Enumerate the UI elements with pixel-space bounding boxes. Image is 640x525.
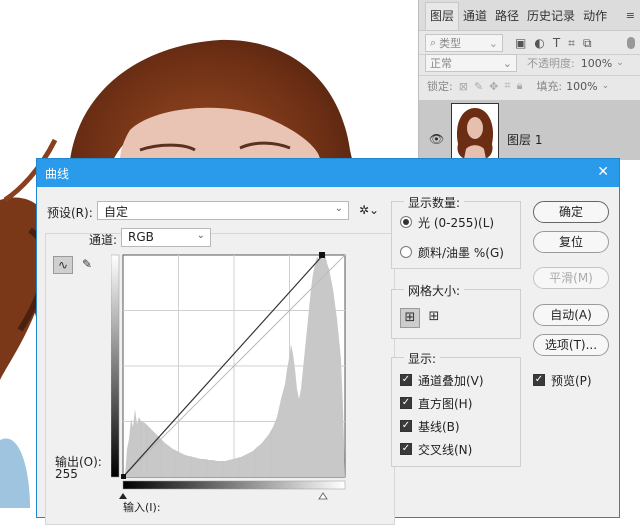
tab-paths[interactable]: 路径 bbox=[491, 7, 523, 30]
pigment-radio[interactable] bbox=[400, 246, 412, 258]
preset-options-gear-icon[interactable]: ✲⌄ bbox=[359, 203, 379, 217]
channel-overlay-label[interactable]: 通道叠加(V) bbox=[418, 372, 484, 389]
fill-label: 填充: bbox=[536, 80, 563, 93]
baseline-checkbox[interactable]: ✓ bbox=[400, 420, 412, 432]
panel-tabs: 图层 通道 路径 历史记录 动作 ≡ bbox=[419, 0, 640, 31]
pencil-tool-icon[interactable]: ✎ bbox=[77, 256, 97, 274]
tab-history[interactable]: 历史记录 bbox=[523, 7, 579, 30]
image-filter-icon[interactable]: ▣ bbox=[515, 36, 526, 51]
auto-button[interactable]: 自动(A) bbox=[533, 304, 609, 326]
show-title: 显示: bbox=[404, 350, 441, 367]
visibility-eye-icon[interactable]: 👁︎ bbox=[429, 132, 444, 146]
show-group: 显示: ✓ 通道叠加(V) ✓ 直方图(H) ✓ 基线(B) ✓ 交叉线(N) bbox=[391, 350, 521, 467]
light-radio-label[interactable]: 光 (0-255)(L) bbox=[418, 214, 494, 231]
lock-transparent-icon[interactable]: ⊠ bbox=[459, 80, 468, 93]
shape-filter-icon[interactable]: ⌗ bbox=[568, 36, 575, 51]
light-radio[interactable] bbox=[400, 216, 412, 228]
smart-object-filter-icon[interactable]: ⧉ bbox=[583, 36, 592, 51]
options-button[interactable]: 选项(T)... bbox=[533, 334, 609, 356]
chevron-down-icon[interactable]: ⌄ bbox=[616, 58, 624, 68]
tab-channels[interactable]: 通道 bbox=[459, 7, 491, 30]
opacity-label: 不透明度: bbox=[527, 57, 575, 70]
blend-mode-value: 正常 bbox=[430, 57, 452, 70]
intersection-label[interactable]: 交叉线(N) bbox=[418, 441, 472, 458]
detailed-grid-icon[interactable]: ⊞ bbox=[424, 308, 444, 328]
layer-thumbnail bbox=[451, 103, 499, 160]
curve-graph[interactable] bbox=[111, 249, 351, 509]
channel-overlay-checkbox[interactable]: ✓ bbox=[400, 374, 412, 386]
close-icon[interactable]: ✕ bbox=[597, 164, 609, 180]
fill-value[interactable]: 100% bbox=[566, 80, 597, 93]
dialog-titlebar[interactable]: 曲线 ✕ bbox=[37, 159, 619, 187]
layer-row[interactable]: 👁︎ 图层 1 bbox=[419, 100, 640, 160]
chevron-down-icon: ⌄ bbox=[502, 56, 512, 70]
channel-select[interactable]: RGB ⌄ bbox=[121, 228, 211, 247]
layer-name[interactable]: 图层 1 bbox=[507, 131, 542, 148]
white-point-slider bbox=[318, 492, 328, 500]
lock-all-icon[interactable]: 🔒︎ bbox=[517, 79, 523, 93]
grid-size-group: 网格大小: ⊞ ⊞ bbox=[391, 282, 521, 339]
layers-panel: 图层 通道 路径 历史记录 动作 ≡ ⌕ 类型 ⌄ ▣ ◐ T ⌗ ⧉ 正常 ⌄… bbox=[418, 0, 640, 160]
search-icon: ⌕ bbox=[430, 36, 437, 49]
ok-button[interactable]: 确定 bbox=[533, 201, 609, 223]
input-label: 输入(I): bbox=[123, 501, 161, 514]
lock-paint-icon[interactable]: ✎ bbox=[474, 80, 483, 93]
layer-filter-select[interactable]: ⌕ 类型 ⌄ bbox=[425, 34, 503, 52]
curves-dialog: 曲线 ✕ 预设(R): 自定 ⌄ ✲⌄ 通道: RGB ⌄ ∿ ✎ 输出(O):… bbox=[36, 158, 620, 525]
channel-label: 通道: bbox=[89, 233, 118, 247]
baseline-label[interactable]: 基线(B) bbox=[418, 418, 460, 435]
output-value[interactable]: 255 bbox=[55, 467, 78, 481]
histogram-label[interactable]: 直方图(H) bbox=[418, 395, 472, 412]
display-amount-group: 显示数量: 光 (0-255)(L) 颜料/油墨 %(G) bbox=[391, 194, 521, 269]
input-gradient-bar bbox=[122, 480, 346, 490]
lock-move-icon[interactable]: ✥ bbox=[489, 80, 498, 93]
filter-toggle-icon[interactable] bbox=[627, 37, 635, 49]
preset-value: 自定 bbox=[104, 205, 129, 219]
curve-endpoint-black bbox=[121, 474, 126, 479]
curve-point-tool-icon[interactable]: ∿ bbox=[53, 256, 73, 274]
chevron-down-icon: ⌄ bbox=[196, 230, 205, 241]
tab-layers[interactable]: 图层 bbox=[425, 2, 460, 30]
preview-label[interactable]: 预览(P) bbox=[551, 372, 592, 389]
preview-checkbox[interactable]: ✓ bbox=[533, 374, 545, 386]
filter-kind-value: 类型 bbox=[439, 37, 462, 50]
curve-endpoint-white bbox=[319, 252, 325, 258]
dialog-title: 曲线 bbox=[45, 166, 70, 181]
smooth-button[interactable]: 平滑(M) bbox=[533, 267, 609, 289]
grid-size-title: 网格大小: bbox=[404, 282, 465, 299]
opacity-value[interactable]: 100% bbox=[581, 57, 612, 70]
type-filter-icon[interactable]: T bbox=[553, 36, 560, 51]
pigment-radio-label[interactable]: 颜料/油墨 %(G) bbox=[418, 244, 504, 261]
output-gradient-bar bbox=[111, 254, 120, 478]
panel-menu-icon[interactable]: ≡ bbox=[626, 9, 635, 22]
preset-label: 预设(R): bbox=[47, 206, 93, 220]
channel-value: RGB bbox=[128, 230, 154, 244]
intersection-checkbox[interactable]: ✓ bbox=[400, 443, 412, 455]
adjustment-filter-icon[interactable]: ◐ bbox=[534, 36, 544, 51]
artboard-lock-icon[interactable]: ⌗ bbox=[504, 79, 510, 93]
reset-button[interactable]: 复位 bbox=[533, 231, 609, 253]
tab-actions[interactable]: 动作 bbox=[579, 7, 611, 30]
lock-label: 锁定: bbox=[427, 80, 453, 93]
chevron-down-icon: ⌄ bbox=[334, 203, 343, 214]
display-amount-title: 显示数量: bbox=[404, 194, 465, 211]
chevron-down-icon[interactable]: ⌄ bbox=[602, 81, 610, 91]
histogram-checkbox[interactable]: ✓ bbox=[400, 397, 412, 409]
preset-select[interactable]: 自定 ⌄ bbox=[97, 201, 349, 220]
simple-grid-icon[interactable]: ⊞ bbox=[400, 308, 420, 328]
chevron-down-icon: ⌄ bbox=[488, 36, 498, 50]
blend-mode-select[interactable]: 正常 ⌄ bbox=[425, 54, 517, 72]
